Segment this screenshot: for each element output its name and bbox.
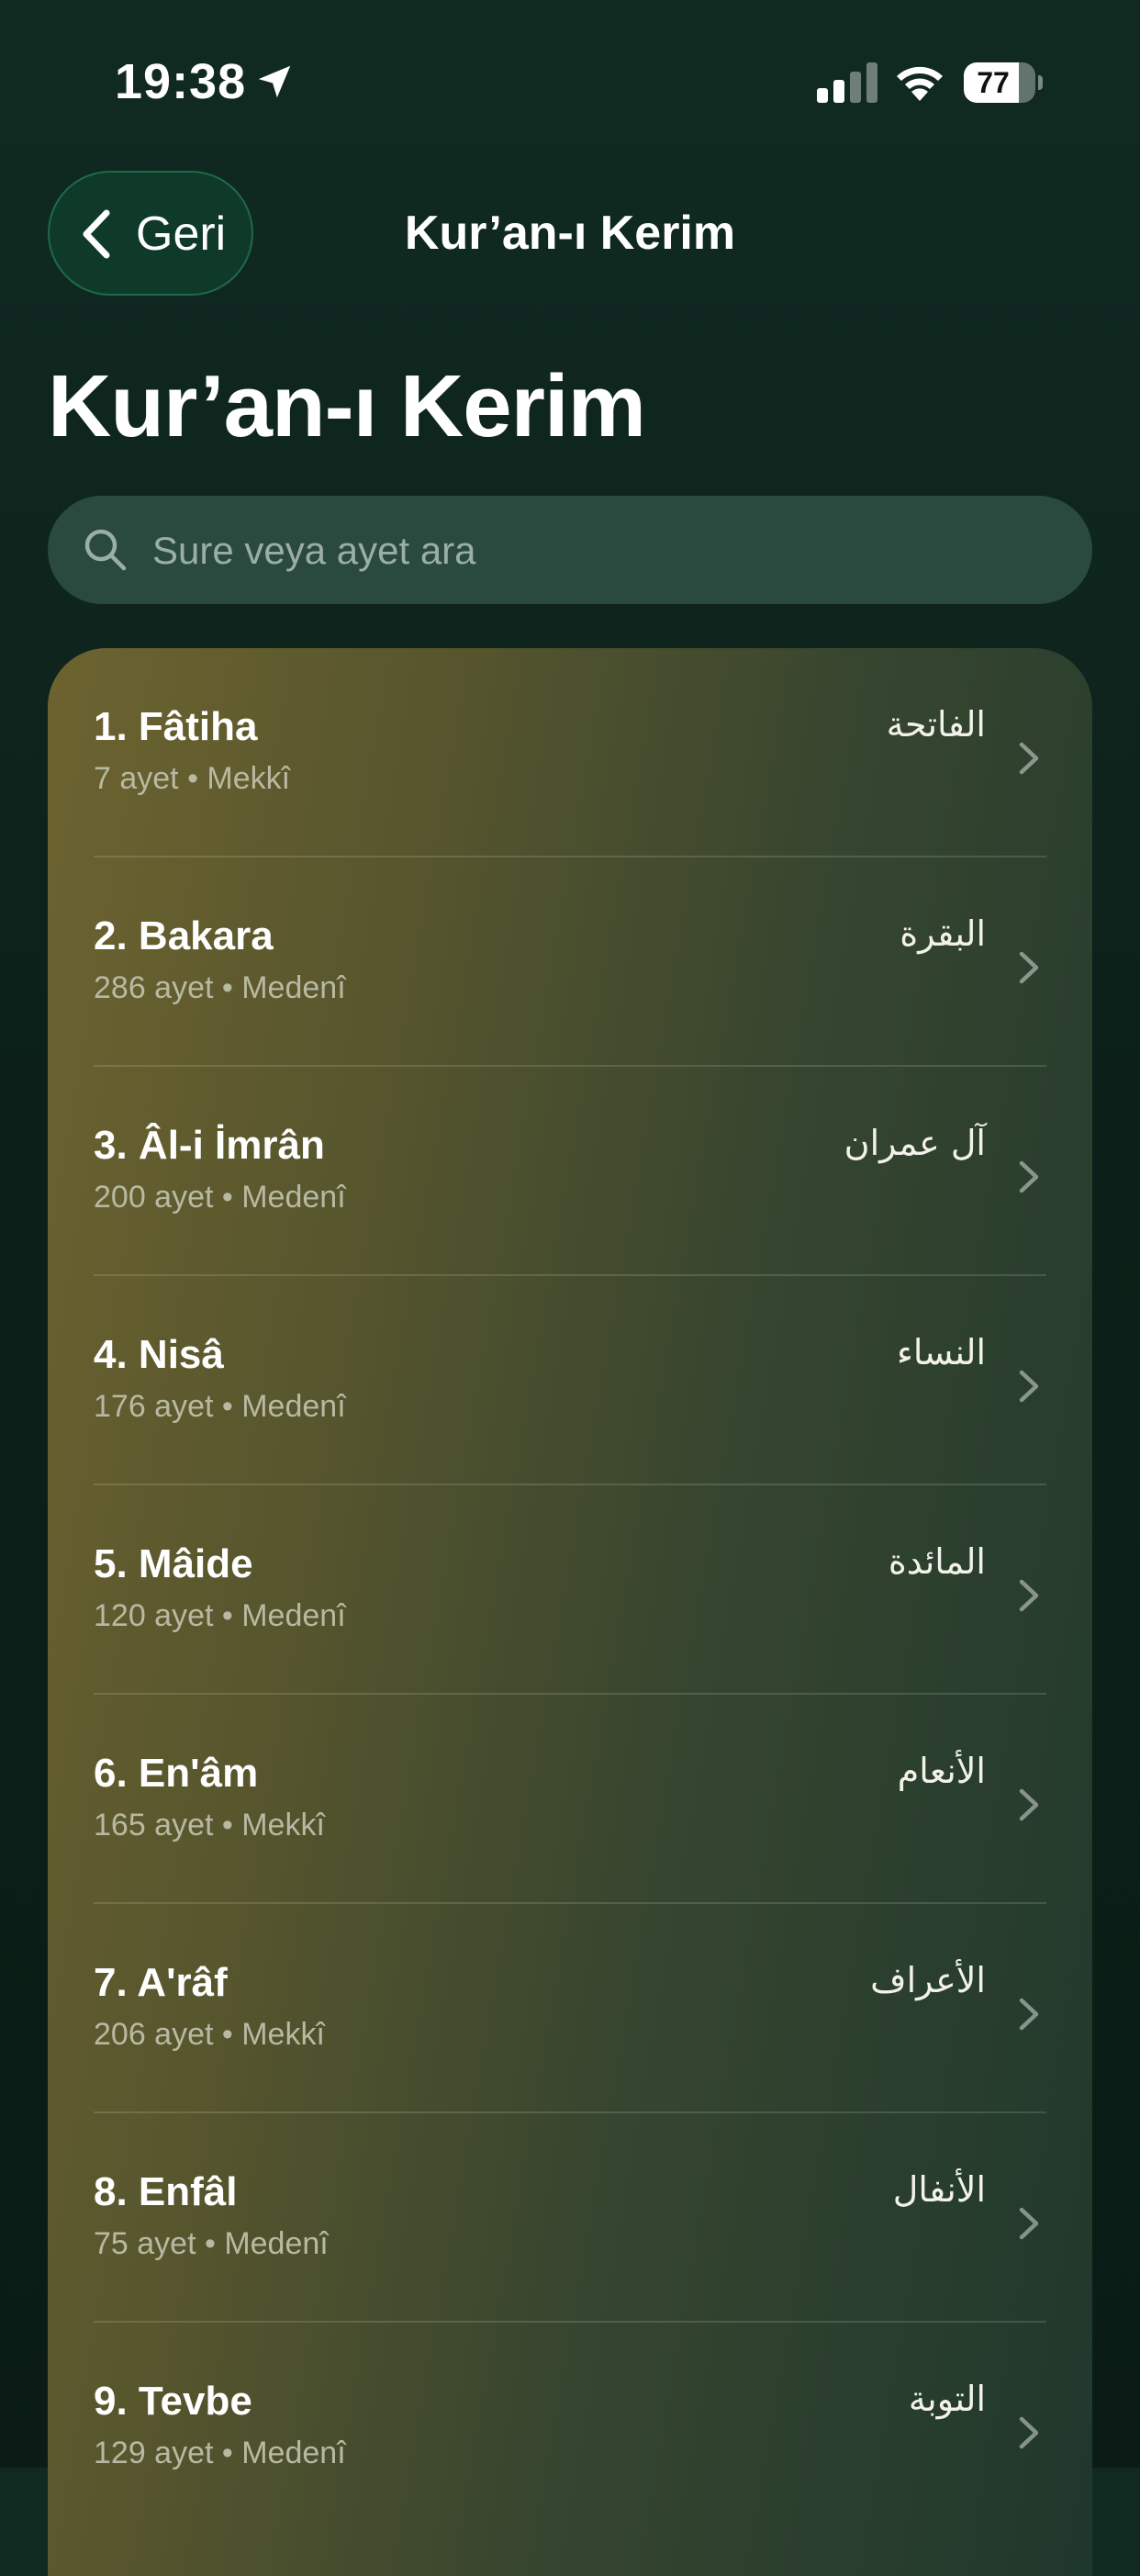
surah-name: 5. Mâide bbox=[94, 1541, 253, 1586]
surah-meta: 206 ayet • Mekkî bbox=[94, 2017, 325, 2052]
surah-arabic-name: الأنعام bbox=[897, 1751, 986, 1791]
surah-row[interactable]: 6. En'âm 165 ayet • Mekkî الأنعام bbox=[48, 1695, 1092, 1904]
search-input[interactable] bbox=[151, 496, 1063, 606]
chevron-right-icon bbox=[1019, 2416, 1039, 2449]
surah-row[interactable]: 7. A'râf 206 ayet • Mekkî الأعراف bbox=[48, 1904, 1092, 2113]
chevron-right-icon bbox=[1019, 1579, 1039, 1612]
chevron-right-icon bbox=[1019, 1998, 1039, 2031]
battery-indicator: 77 bbox=[964, 62, 1043, 103]
surah-row[interactable]: 5. Mâide 120 ayet • Medenî المائدة bbox=[48, 1485, 1092, 1695]
location-arrow-icon bbox=[258, 65, 291, 98]
surah-arabic-name: المائدة bbox=[888, 1541, 986, 1582]
surah-meta: 7 ayet • Mekkî bbox=[94, 761, 291, 796]
surah-name: 3. Âl-i İmrân bbox=[94, 1123, 325, 1168]
nav-title: Kur’an-ı Kerim bbox=[404, 207, 736, 260]
surah-row[interactable]: 3. Âl-i İmrân 200 ayet • Medenî آل عمران bbox=[48, 1067, 1092, 1276]
surah-meta: 129 ayet • Medenî bbox=[94, 2436, 346, 2470]
surah-arabic-name: التوبة bbox=[908, 2379, 986, 2419]
chevron-right-icon bbox=[1019, 951, 1039, 984]
surah-list: 1. Fâtiha 7 ayet • Mekkî الفاتحة 2. Bakara 2… bbox=[48, 648, 1092, 2576]
surah-meta: 286 ayet • Medenî bbox=[94, 970, 346, 1005]
chevron-right-icon bbox=[1019, 1370, 1039, 1403]
surah-arabic-name: البقرة bbox=[900, 913, 986, 954]
surah-name: 7. A'râf bbox=[94, 1960, 228, 2005]
surah-name: 9. Tevbe bbox=[94, 2379, 252, 2424]
page-title: Kur’an-ı Kerim bbox=[48, 357, 646, 455]
status-bar: 19:38 77 bbox=[0, 0, 1140, 165]
status-time: 19:38 bbox=[115, 54, 247, 109]
surah-meta: 75 ayet • Medenî bbox=[94, 2226, 329, 2261]
surah-meta: 165 ayet • Mekkî bbox=[94, 1808, 325, 1842]
chevron-right-icon bbox=[1019, 2207, 1039, 2240]
surah-name: 4. Nisâ bbox=[94, 1332, 224, 1377]
surah-arabic-name: النساء bbox=[897, 1332, 986, 1372]
surah-meta: 120 ayet • Medenî bbox=[94, 1598, 346, 1633]
surah-meta: 200 ayet • Medenî bbox=[94, 1180, 346, 1215]
surah-arabic-name: آل عمران bbox=[844, 1123, 986, 1163]
search-icon bbox=[84, 529, 127, 571]
surah-row[interactable]: 8. Enfâl 75 ayet • Medenî الأنفال bbox=[48, 2113, 1092, 2323]
surah-name: 6. En'âm bbox=[94, 1751, 259, 1796]
cellular-signal-icon bbox=[817, 62, 877, 103]
search-field[interactable] bbox=[48, 496, 1092, 606]
wifi-icon bbox=[897, 66, 943, 101]
surah-row[interactable]: 1. Fâtiha 7 ayet • Mekkî الفاتحة bbox=[48, 648, 1092, 857]
surah-arabic-name: الفاتحة bbox=[886, 704, 986, 745]
surah-row[interactable]: 2. Bakara 286 ayet • Medenî البقرة bbox=[48, 857, 1092, 1067]
chevron-right-icon bbox=[1019, 1160, 1039, 1193]
surah-meta: 176 ayet • Medenî bbox=[94, 1389, 346, 1424]
surah-row[interactable]: 4. Nisâ 176 ayet • Medenî النساء bbox=[48, 1276, 1092, 1485]
chevron-right-icon bbox=[1019, 742, 1039, 775]
surah-name: 1. Fâtiha bbox=[94, 704, 258, 749]
chevron-right-icon bbox=[1019, 1788, 1039, 1821]
surah-arabic-name: الأنفال bbox=[892, 2169, 986, 2210]
surah-name: 8. Enfâl bbox=[94, 2169, 238, 2214]
surah-arabic-name: الأعراف bbox=[870, 1960, 986, 2000]
surah-row[interactable]: 9. Tevbe 129 ayet • Medenî التوبة bbox=[48, 2323, 1092, 2532]
battery-percent: 77 bbox=[977, 66, 1010, 99]
surah-name: 2. Bakara bbox=[94, 913, 274, 958]
